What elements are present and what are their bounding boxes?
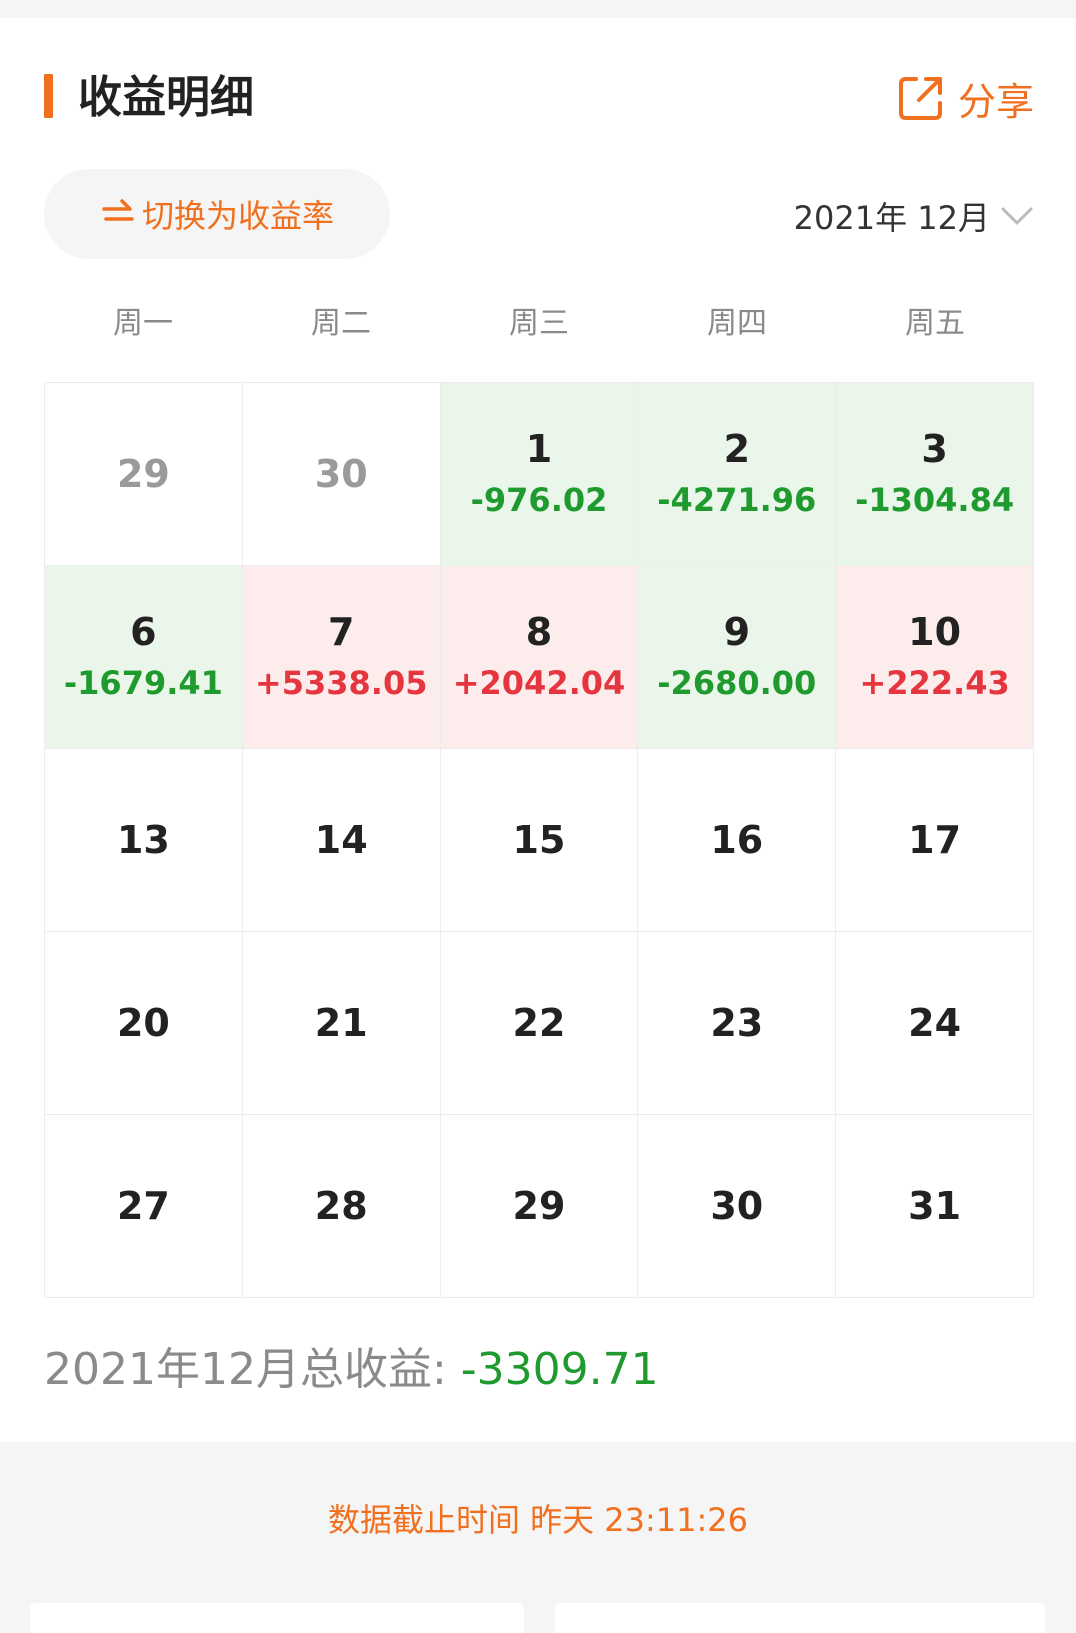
calendar-day-cell[interactable]: 30 [638,1115,837,1298]
calendar-day-cell[interactable]: 29 [440,1115,639,1298]
day-number: 21 [314,1001,368,1045]
day-number: 29 [512,1184,566,1228]
calendar-day-cell[interactable]: 23 [638,932,837,1115]
data-cutoff-note: 数据截止时间 昨天 23:11:26 [327,1501,749,1539]
monthly-total-label: 2021年12月总收益: [44,1344,461,1395]
day-number: 27 [116,1184,170,1228]
day-number: 3 [921,427,948,471]
switch-label: 切换为收益率 [141,197,334,235]
calendar-day-cell[interactable]: 22 [440,932,639,1115]
switch-to-rate-button[interactable]: 切换为收益率 [44,169,390,259]
day-number: 16 [710,818,764,862]
day-earnings: -2680.00 [657,664,817,702]
bottom-card-left [30,1603,524,1633]
day-number: 7 [327,610,355,654]
day-number: 9 [723,610,751,654]
calendar-day-cell[interactable]: 2 -4271.96 [638,383,837,566]
calendar-day-cell[interactable]: 31 [836,1115,1034,1298]
chevron-down-icon [1001,207,1033,225]
weekday-label: 周一 [113,306,173,341]
page-title: 收益明细 [78,72,254,123]
day-number: 14 [314,818,368,862]
day-number: 20 [116,1001,170,1045]
calendar-day-cell[interactable]: 9 -2680.00 [638,566,837,749]
day-number: 15 [512,818,566,862]
calendar-day-cell[interactable]: 27 [45,1115,243,1298]
share-icon [898,77,942,120]
calendar-day-cell[interactable]: 16 [638,749,837,932]
day-number: 29 [116,452,170,496]
day-number: 24 [908,1001,962,1045]
title-accent-bar [44,74,53,118]
day-number: 22 [512,1001,566,1045]
day-number: 30 [710,1184,764,1228]
day-number: 23 [710,1001,764,1045]
day-number: 2 [723,427,751,471]
day-earnings: -976.02 [470,481,608,519]
calendar-day-cell[interactable]: 3 -1304.84 [836,383,1034,566]
day-number: 28 [314,1184,368,1228]
swap-arrows-icon [102,199,134,221]
calendar-day-cell[interactable]: 7 +5338.05 [242,566,441,749]
monthly-total-value: -3309.71 [460,1344,659,1395]
day-number: 30 [314,452,368,496]
calendar-day-cell[interactable]: 10 +222.43 [836,566,1034,749]
bottom-card-right [555,1603,1045,1633]
calendar-day-cell[interactable]: 14 [242,749,441,932]
day-earnings: -1304.84 [855,481,1015,519]
day-earnings: +5338.05 [254,664,428,702]
day-number: 6 [130,610,157,654]
calendar-day-cell[interactable]: 20 [45,932,243,1115]
calendar-day-cell[interactable]: 30 [242,383,441,566]
calendar-day-cell[interactable]: 6 -1679.41 [45,566,243,749]
weekday-label: 周二 [311,306,371,341]
month-picker[interactable]: 2021年 12月 [794,192,1034,240]
calendar-day-cell[interactable]: 29 [45,383,243,566]
month-label: 2021年 12月 [793,199,990,237]
day-earnings: -1679.41 [63,664,223,702]
calendar-day-cell[interactable]: 21 [242,932,441,1115]
calendar-day-cell[interactable]: 13 [45,749,243,932]
share-button[interactable]: 分享 [896,70,1034,126]
header: 收益明细 分享 [44,70,1034,126]
weekday-label: 周四 [707,306,767,341]
page: 收益明细 分享 切换为收益率 2021年 12月 周一 周二 周三 周四 周五 … [0,0,1076,1633]
day-earnings: +2042.04 [452,664,626,702]
day-earnings: -4271.96 [657,481,817,519]
calendar-day-cell[interactable]: 1 -976.02 [440,383,639,566]
weekday-label: 周三 [509,306,569,341]
calendar-day-cell[interactable]: 17 [836,749,1034,932]
day-number: 31 [908,1184,962,1228]
share-label: 分享 [957,79,1034,124]
weekday-header: 周一 周二 周三 周四 周五 [44,300,1034,348]
calendar-day-cell[interactable]: 24 [836,932,1034,1115]
calendar-day-cell[interactable]: 8 +2042.04 [440,566,639,749]
calendar-day-cell[interactable]: 28 [242,1115,441,1298]
day-earnings: +222.43 [859,664,1010,702]
monthly-total: 2021年12月总收益: -3309.71 [44,1340,659,1400]
day-number: 10 [908,610,962,654]
calendar-grid: 29 30 1 -976.02 2 -4271.96 3 -1304.84 6 -1679.41 7… [44,382,1034,1298]
day-number: 17 [908,818,962,862]
day-number: 13 [116,818,170,862]
weekday-label: 周五 [905,306,965,341]
calendar-day-cell[interactable]: 15 [440,749,639,932]
day-number: 1 [525,427,553,471]
day-number: 8 [525,610,553,654]
